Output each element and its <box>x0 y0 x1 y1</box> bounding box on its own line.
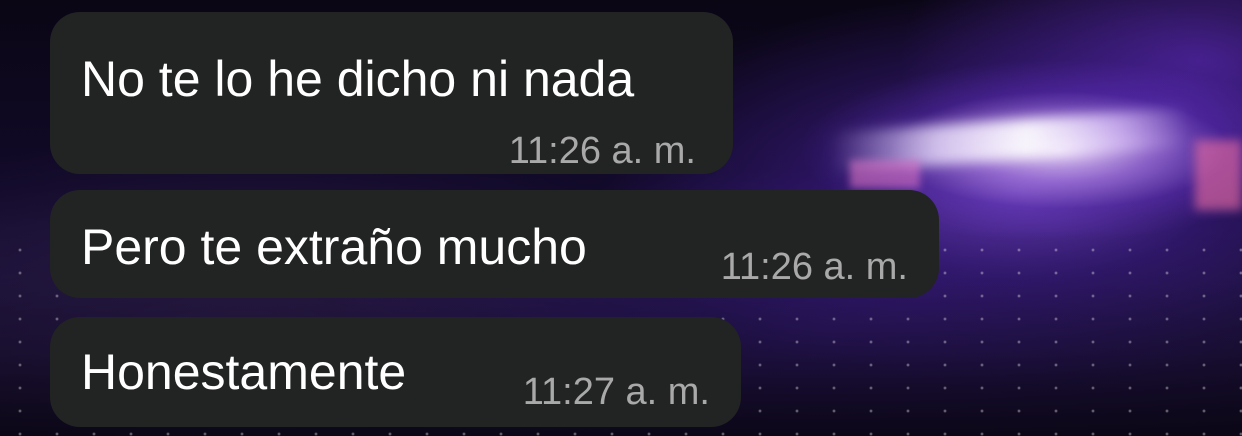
message-bubble[interactable]: Pero te extraño mucho 11:26 a. m. <box>50 190 939 298</box>
wallpaper-stage-screen-right <box>1195 140 1242 210</box>
wallpaper-stage-screen-left <box>850 160 920 188</box>
chat-view: No te lo he dicho ni nada 11:26 a. m. Pe… <box>0 0 1242 436</box>
message-text: Pero te extraño mucho <box>81 219 587 275</box>
message-timestamp: 11:26 a. m. <box>720 246 908 288</box>
message-text: No te lo he dicho ni nada <box>81 51 635 107</box>
message-bubble[interactable]: Honestamente 11:27 a. m. <box>50 317 741 427</box>
message-timestamp: 11:26 a. m. <box>508 130 696 172</box>
message-timestamp: 11:27 a. m. <box>522 371 710 413</box>
message-text: Honestamente <box>81 344 407 400</box>
message-bubble[interactable]: No te lo he dicho ni nada 11:26 a. m. <box>50 12 733 174</box>
